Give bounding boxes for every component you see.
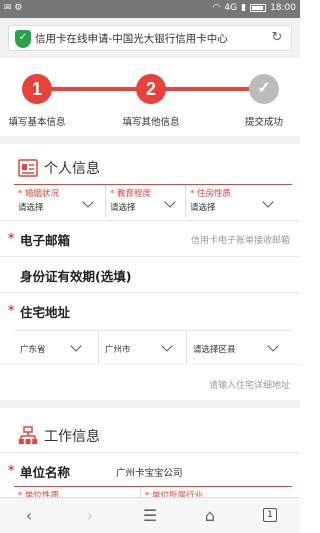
email-label: 电子邮箱: [20, 233, 71, 248]
notification-icons: ✉ ⚙: [4, 3, 23, 13]
section-divider: [0, 400, 300, 408]
city-select[interactable]: 广州市: [98, 331, 186, 365]
email-row[interactable]: * 电子邮箱 信用卡电子账单接收邮箱: [0, 220, 300, 256]
personal-select-row: * 婚姻状况 请选择 * 教育程度 请选择 * 住房性质 请选择: [14, 184, 292, 217]
education-value: 请选择: [110, 203, 136, 213]
url-field[interactable]: ✓ 信用卡在线申请-中国光大银行信用卡中心 ↻: [8, 25, 292, 51]
housing-select[interactable]: * 住房性质 请选择: [185, 185, 292, 217]
address-detail-row[interactable]: 请输入住宅详细地址: [0, 364, 300, 400]
step-connector-1: [36, 87, 152, 91]
email-input[interactable]: 信用卡电子账单接收邮箱: [191, 233, 290, 246]
browser-address-bar: ✓ 信用卡在线申请-中国光大银行信用卡中心 ↻: [0, 18, 300, 58]
clock: 18:00: [270, 3, 296, 13]
step-1-circle: 1: [22, 74, 52, 104]
address-detail-input[interactable]: 请输入住宅详细地址: [209, 378, 290, 391]
company-name-row[interactable]: * 单位名称 广州卡宝宝公司: [0, 452, 300, 488]
company-name-label: 单位名称: [20, 465, 71, 480]
required-star: *: [8, 463, 15, 477]
wifi-icon: ◠: [212, 3, 221, 13]
province-value: 广东省: [20, 345, 46, 355]
step-1-label: 填写基本信息: [8, 117, 66, 128]
tabs-count-button[interactable]: 1: [263, 508, 277, 522]
work-info-header: 工作信息: [0, 420, 300, 452]
step-3-check-icon: ✓: [249, 74, 279, 104]
chevron-down-icon: [82, 196, 94, 208]
chevron-down-icon: [164, 196, 176, 208]
address-select-row: 广东省 广州市 请选择区县: [14, 330, 292, 365]
marital-status-select[interactable]: * 婚姻状况 请选择: [14, 185, 105, 217]
personal-info-title: 个人信息: [44, 161, 100, 177]
forward-icon[interactable]: ›: [79, 506, 101, 526]
home-icon[interactable]: ⌂: [199, 506, 221, 526]
status-indicators: ◠ 4G ▮ 18:00: [213, 3, 296, 13]
work-info-title: 工作信息: [44, 429, 100, 445]
district-select[interactable]: 请选择区县: [186, 331, 292, 365]
city-value: 广州市: [105, 345, 131, 355]
housing-value: 请选择: [190, 203, 216, 213]
chevron-down-icon: [161, 340, 173, 352]
chevron-down-icon: [262, 196, 274, 208]
chevron-down-icon: [70, 340, 82, 352]
required-star: *: [8, 231, 15, 245]
housing-label: * 住房性质: [190, 189, 231, 199]
battery-icon: [250, 4, 267, 12]
step-connector-2: [152, 87, 264, 91]
education-label: * 教育程度: [110, 189, 151, 199]
personal-info-header: 个人信息: [0, 152, 300, 184]
step-3-label: 提交成功: [244, 117, 283, 128]
step-2-circle: 2: [136, 74, 166, 104]
id-card-icon: [18, 159, 38, 177]
menu-icon[interactable]: ☰: [139, 506, 161, 526]
progress-steps: 1 2 ✓ 填写基本信息 填写其他信息 提交成功: [0, 58, 300, 136]
organization-icon: [18, 426, 38, 444]
section-divider: [0, 136, 300, 144]
marital-status-value: 请选择: [18, 203, 44, 213]
back-icon[interactable]: ‹: [18, 506, 40, 526]
education-select[interactable]: * 教育程度 请选择: [105, 185, 185, 217]
status-bar: ✉ ⚙ ◠ 4G ▮ 18:00: [0, 0, 300, 18]
address-label: 住宅地址: [20, 305, 71, 320]
province-select[interactable]: 广东省: [14, 331, 98, 365]
security-shield-icon: ✓: [15, 30, 31, 48]
company-name-input[interactable]: 广州卡宝宝公司: [116, 465, 183, 479]
url-title: 信用卡在线申请-中国光大银行信用卡中心: [35, 33, 228, 45]
signal-icon: ▮: [241, 3, 247, 13]
chevron-down-icon: [267, 340, 279, 352]
address-row: * 住宅地址: [0, 292, 300, 328]
district-value: 请选择区县: [193, 345, 236, 355]
id-validity-label: 身份证有效期(选填): [20, 269, 132, 284]
required-star: *: [8, 303, 15, 317]
marital-status-label: * 婚姻状况: [18, 189, 59, 199]
browser-toolbar: ‹ › ☰ ⌂ 1: [0, 497, 300, 533]
reload-icon[interactable]: ↻: [269, 30, 285, 46]
network-label: 4G: [224, 3, 238, 13]
step-2-label: 填写其他信息: [122, 117, 180, 128]
id-validity-row[interactable]: 身份证有效期(选填): [0, 256, 300, 292]
